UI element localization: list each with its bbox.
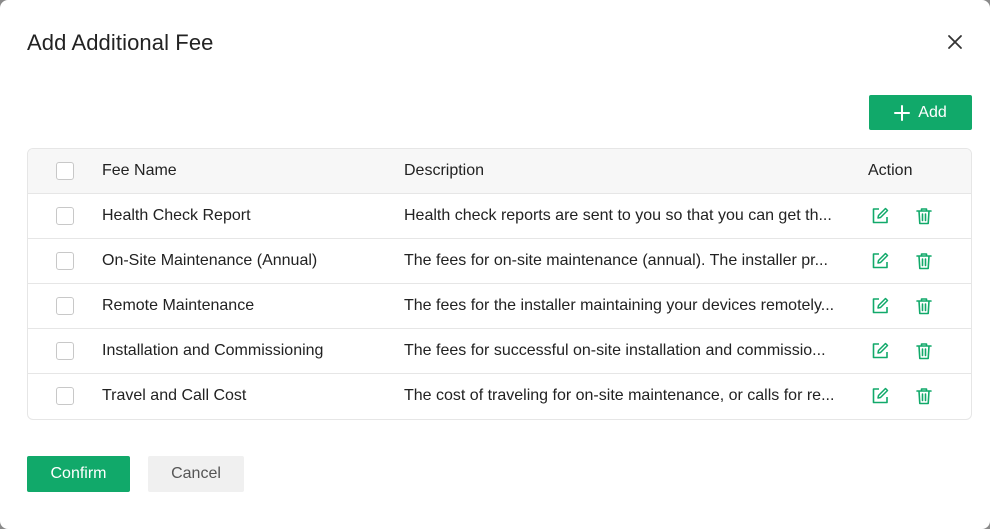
table-row: Installation and Commissioning The fees …: [28, 329, 971, 374]
fee-name-cell: Health Check Report: [102, 207, 251, 224]
confirm-button[interactable]: Confirm: [27, 456, 130, 492]
plus-icon: [894, 104, 911, 121]
description-cell: The cost of traveling for on-site mainte…: [404, 387, 835, 404]
row-checkbox[interactable]: [56, 387, 74, 405]
add-additional-fee-dialog: Add Additional Fee Add Fee Name Descript…: [0, 0, 990, 529]
description-cell: The fees for successful on-site installa…: [404, 342, 826, 359]
delete-icon[interactable]: [914, 206, 934, 226]
edit-icon[interactable]: [870, 386, 890, 406]
row-checkbox[interactable]: [56, 207, 74, 225]
add-button[interactable]: Add: [869, 95, 972, 130]
row-checkbox[interactable]: [56, 297, 74, 315]
edit-icon[interactable]: [870, 341, 890, 361]
delete-icon[interactable]: [914, 296, 934, 316]
table-row: Health Check Report Health check reports…: [28, 194, 971, 239]
dialog-title: Add Additional Fee: [27, 30, 214, 55]
table-row: Remote Maintenance The fees for the inst…: [28, 284, 971, 329]
edit-icon[interactable]: [870, 251, 890, 271]
fee-table: Fee Name Description Action Health Check…: [27, 148, 972, 420]
description-cell: The fees for on-site maintenance (annual…: [404, 252, 828, 269]
fee-name-cell: Travel and Call Cost: [102, 387, 247, 404]
header-description: Description: [404, 162, 485, 179]
table-row: Travel and Call Cost The cost of traveli…: [28, 374, 971, 419]
description-cell: The fees for the installer maintaining y…: [404, 297, 835, 314]
fee-name-cell: Remote Maintenance: [102, 297, 255, 314]
add-button-label: Add: [918, 103, 947, 121]
row-checkbox[interactable]: [56, 342, 74, 360]
select-all-checkbox[interactable]: [56, 162, 74, 180]
fee-name-cell: On-Site Maintenance (Annual): [102, 252, 318, 269]
header-fee-name: Fee Name: [102, 162, 177, 179]
delete-icon[interactable]: [914, 341, 934, 361]
cancel-button[interactable]: Cancel: [148, 456, 244, 492]
close-button[interactable]: [943, 32, 967, 56]
delete-icon[interactable]: [914, 386, 934, 406]
table-header: Fee Name Description Action: [28, 149, 971, 194]
delete-icon[interactable]: [914, 251, 934, 271]
close-icon: [947, 34, 963, 55]
row-checkbox[interactable]: [56, 252, 74, 270]
fee-name-cell: Installation and Commissioning: [102, 342, 324, 359]
edit-icon[interactable]: [870, 206, 890, 226]
header-action: Action: [868, 162, 913, 179]
table-row: On-Site Maintenance (Annual) The fees fo…: [28, 239, 971, 284]
edit-icon[interactable]: [870, 296, 890, 316]
description-cell: Health check reports are sent to you so …: [404, 207, 832, 224]
